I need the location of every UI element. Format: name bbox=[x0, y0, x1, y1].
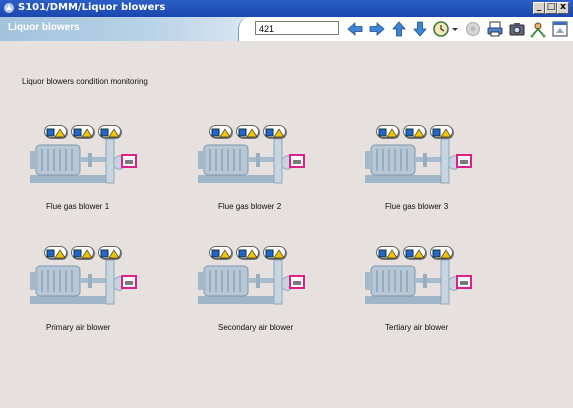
info-icon bbox=[73, 249, 82, 258]
warning-icon bbox=[273, 128, 285, 138]
warning-icon bbox=[386, 128, 398, 138]
info-icon bbox=[100, 249, 109, 258]
close-button[interactable]: x bbox=[557, 2, 569, 14]
info-icon bbox=[238, 128, 247, 137]
status-pill[interactable] bbox=[209, 246, 232, 259]
status-pill[interactable] bbox=[98, 246, 121, 259]
window-titlebar: S101/DMM/Liquor blowers _ □ x bbox=[0, 0, 573, 17]
number-field[interactable]: 421 bbox=[255, 21, 339, 35]
blower-label: Flue gas blower 3 bbox=[385, 202, 449, 211]
network-icon[interactable] bbox=[529, 20, 547, 38]
toolbar: Liquor blowers 421 bbox=[0, 17, 573, 41]
warning-icon bbox=[54, 249, 66, 259]
window-title: S101/DMM/Liquor blowers bbox=[18, 2, 166, 13]
status-pill[interactable] bbox=[430, 125, 453, 138]
blower-motor-icon bbox=[198, 260, 305, 305]
warning-icon bbox=[81, 128, 93, 138]
info-icon bbox=[46, 128, 55, 137]
page-name: Liquor blowers bbox=[8, 22, 80, 33]
info-icon bbox=[378, 249, 387, 258]
status-pill[interactable] bbox=[376, 246, 399, 259]
status-pill[interactable] bbox=[376, 125, 399, 138]
blower-label: Secondary air blower bbox=[218, 323, 294, 332]
status-pill[interactable] bbox=[263, 125, 286, 138]
status-pill[interactable] bbox=[236, 246, 259, 259]
history-icon[interactable] bbox=[432, 20, 450, 38]
arrow-left-icon[interactable] bbox=[346, 20, 364, 38]
page-heading: Liquor blowers condition monitoring bbox=[22, 77, 148, 86]
status-pill[interactable] bbox=[71, 125, 94, 138]
warning-icon bbox=[54, 128, 66, 138]
status-pill[interactable] bbox=[44, 125, 67, 138]
status-pill[interactable] bbox=[71, 246, 94, 259]
info-icon bbox=[432, 128, 441, 137]
arrow-down-icon[interactable] bbox=[411, 20, 429, 38]
info-icon bbox=[73, 128, 82, 137]
info-icon bbox=[378, 128, 387, 137]
info-icon bbox=[405, 128, 414, 137]
blower-motor-icon bbox=[365, 139, 472, 184]
info-icon bbox=[211, 128, 220, 137]
info-icon bbox=[46, 249, 55, 258]
minimize-button[interactable]: _ bbox=[533, 2, 545, 14]
warning-icon bbox=[219, 249, 231, 259]
status-pill[interactable] bbox=[403, 125, 426, 138]
warning-icon bbox=[440, 249, 452, 259]
info-icon bbox=[100, 128, 109, 137]
page-name-banner: Liquor blowers bbox=[0, 17, 253, 41]
warning-icon bbox=[219, 128, 231, 138]
status-pill[interactable] bbox=[209, 125, 232, 138]
print-icon[interactable] bbox=[486, 20, 504, 38]
status-pill[interactable] bbox=[236, 125, 259, 138]
blower-label: Primary air blower bbox=[46, 323, 111, 332]
blower-motor-icon bbox=[198, 139, 305, 184]
blower-label: Flue gas blower 1 bbox=[46, 202, 110, 211]
info-icon bbox=[265, 128, 274, 137]
blower-label: Tertiary air blower bbox=[385, 323, 449, 332]
maximize-button[interactable]: □ bbox=[545, 2, 557, 14]
blower-unit[interactable]: Flue gas blower 2 bbox=[198, 125, 338, 225]
info-icon bbox=[211, 249, 220, 258]
warning-icon bbox=[81, 249, 93, 259]
warning-icon bbox=[108, 128, 120, 138]
dropdown-arrow-icon[interactable] bbox=[451, 20, 459, 38]
disabled-tool-icon bbox=[466, 22, 480, 36]
blower-unit[interactable]: Flue gas blower 1 bbox=[26, 125, 166, 225]
blower-motor-icon bbox=[30, 260, 137, 305]
warning-icon bbox=[246, 128, 258, 138]
arrow-right-icon[interactable] bbox=[368, 20, 386, 38]
info-icon bbox=[238, 249, 247, 258]
blower-unit[interactable]: Flue gas blower 3 bbox=[365, 125, 505, 225]
warning-icon bbox=[246, 249, 258, 259]
status-pill[interactable] bbox=[403, 246, 426, 259]
blower-label: Flue gas blower 2 bbox=[218, 202, 282, 211]
camera-icon[interactable] bbox=[508, 20, 526, 38]
status-pill[interactable] bbox=[98, 125, 121, 138]
status-pill[interactable] bbox=[263, 246, 286, 259]
main-content: Liquor blowers condition monitoring Flue… bbox=[0, 41, 573, 408]
warning-icon bbox=[440, 128, 452, 138]
warning-icon bbox=[413, 249, 425, 259]
blower-motor-icon bbox=[365, 260, 472, 305]
info-icon bbox=[432, 249, 441, 258]
status-pill[interactable] bbox=[430, 246, 453, 259]
blower-unit[interactable]: Primary air blower bbox=[26, 246, 166, 346]
app-icon bbox=[4, 3, 14, 13]
info-icon bbox=[265, 249, 274, 258]
warning-icon bbox=[386, 249, 398, 259]
warning-icon bbox=[413, 128, 425, 138]
blower-motor-icon bbox=[30, 139, 137, 184]
info-icon bbox=[405, 249, 414, 258]
status-pill[interactable] bbox=[44, 246, 67, 259]
blower-unit[interactable]: Tertiary air blower bbox=[365, 246, 505, 346]
window-icon[interactable] bbox=[551, 20, 569, 38]
blower-unit[interactable]: Secondary air blower bbox=[198, 246, 338, 346]
arrow-up-icon[interactable] bbox=[390, 20, 408, 38]
warning-icon bbox=[273, 249, 285, 259]
warning-icon bbox=[108, 249, 120, 259]
